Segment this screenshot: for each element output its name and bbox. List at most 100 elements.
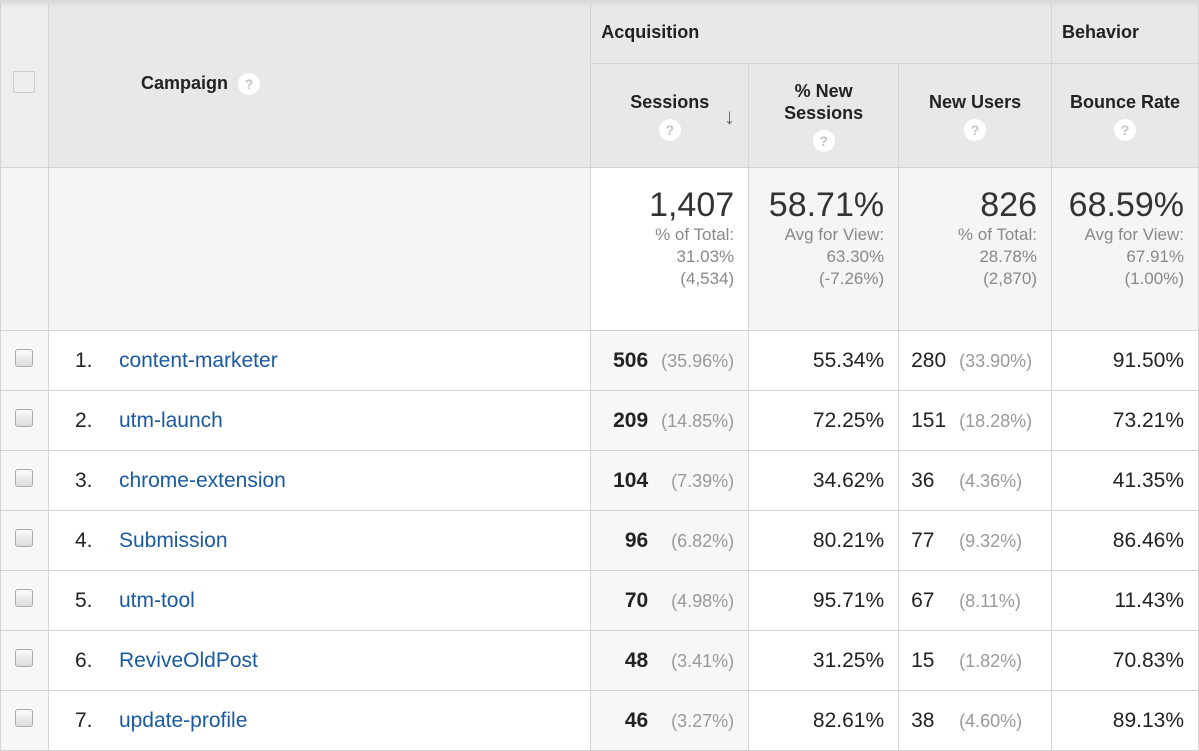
bounce-rate-cell: 73.21% — [1051, 390, 1199, 451]
row-select-cell — [0, 690, 49, 751]
group-header-row: Campaign? Acquisition Behavior — [0, 0, 1199, 168]
new-sessions-header-label: % New Sessions — [784, 80, 864, 123]
sessions-percent: (3.27%) — [671, 710, 735, 731]
row-number: 1. — [74, 348, 93, 372]
sessions-value: 96 — [624, 528, 649, 552]
table-row: 3. chrome-extension 104 (7.39%) 34.62% 36 (… — [0, 450, 1199, 511]
table-row: 4. Submission 96 (6.82%) 80.21% 77 (9.32%) … — [0, 510, 1199, 571]
sessions-percent: (7.39%) — [671, 470, 735, 491]
campaign-link[interactable]: ReviveOldPost — [119, 649, 258, 672]
new-users-cell: 77 (9.32%) — [898, 510, 1052, 571]
sessions-cell: 46 (3.27%) — [590, 690, 750, 751]
sessions-cell: 209 (14.85%) — [590, 390, 750, 451]
sessions-cell: 48 (3.41%) — [590, 630, 750, 691]
new-users-value: 15 — [911, 648, 935, 672]
campaign-link[interactable]: content-marketer — [119, 349, 278, 372]
summary-new-users: 826 % of Total: 28.78% (2,870) — [898, 167, 1052, 331]
new-users-header-label: New Users — [929, 91, 1022, 112]
campaign-link[interactable]: chrome-extension — [119, 469, 286, 492]
help-icon[interactable]: ? — [237, 73, 260, 96]
sessions-value: 70 — [624, 588, 649, 612]
new-users-column-header[interactable]: New Users ? — [898, 63, 1052, 168]
summary-empty-cell — [0, 167, 49, 331]
summary-label: Avg for View: — [1084, 225, 1184, 244]
row-select-cell — [0, 450, 49, 511]
sessions-cell: 506 (35.96%) — [590, 330, 750, 391]
row-select-cell — [0, 510, 49, 571]
summary-percent: 67.91% — [1126, 247, 1184, 266]
campaign-report-table: Campaign? Acquisition Behavior Sessions … — [0, 0, 1199, 751]
select-all-checkbox[interactable] — [13, 70, 36, 93]
row-checkbox[interactable] — [15, 588, 34, 607]
new-users-cell: 36 (4.36%) — [898, 450, 1052, 511]
new-users-value: 38 — [911, 708, 935, 732]
new-users-percent: (4.60%) — [959, 710, 1023, 731]
new-users-value: 67 — [911, 588, 935, 612]
table-row: 5. utm-tool 70 (4.98%) 95.71% 67 (8.11%) 11… — [0, 570, 1199, 631]
campaign-link[interactable]: Submission — [119, 529, 228, 552]
summary-value: 58.71% — [768, 186, 885, 224]
summary-label: Avg for View: — [784, 225, 885, 244]
row-number: 6. — [74, 648, 93, 672]
new-sessions-cell: 34.62% — [748, 450, 900, 511]
acquisition-group-header: Acquisition — [590, 0, 1052, 64]
row-number: 5. — [74, 588, 93, 612]
summary-empty-cell — [47, 167, 592, 331]
campaign-cell: 3. chrome-extension — [47, 450, 592, 511]
row-number: 4. — [74, 528, 93, 552]
new-users-percent: (9.32%) — [959, 530, 1023, 551]
new-sessions-column-header[interactable]: % New Sessions ? — [748, 63, 900, 168]
row-checkbox[interactable] — [15, 408, 34, 427]
campaign-cell: 7. update-profile — [47, 690, 592, 751]
row-checkbox[interactable] — [15, 348, 34, 367]
sort-descending-icon[interactable]: ↓ — [724, 104, 735, 130]
summary-label: % of Total: — [655, 225, 735, 244]
new-users-value: 77 — [911, 528, 935, 552]
sessions-value: 48 — [624, 648, 649, 672]
campaign-link[interactable]: update-profile — [119, 709, 247, 732]
help-icon[interactable]: ? — [964, 118, 987, 141]
row-select-cell — [0, 630, 49, 691]
new-users-percent: (8.11%) — [959, 590, 1021, 611]
sessions-percent: (3.41%) — [671, 650, 735, 671]
sessions-value: 46 — [624, 708, 649, 732]
row-checkbox[interactable] — [15, 468, 34, 487]
new-users-percent: (1.82%) — [959, 650, 1023, 671]
new-sessions-cell: 31.25% — [748, 630, 900, 691]
row-select-cell — [0, 330, 49, 391]
help-icon[interactable]: ? — [658, 118, 681, 141]
sessions-value: 506 — [613, 348, 649, 372]
campaign-column-header[interactable]: Campaign? — [47, 0, 592, 168]
sessions-cell: 96 (6.82%) — [590, 510, 750, 571]
new-sessions-cell: 80.21% — [748, 510, 900, 571]
sessions-percent: (35.96%) — [661, 350, 735, 371]
new-users-cell: 67 (8.11%) — [898, 570, 1052, 631]
help-icon[interactable]: ? — [812, 129, 835, 152]
table-row: 1. content-marketer 506 (35.96%) 55.34% 28… — [0, 330, 1199, 391]
help-icon[interactable]: ? — [1114, 118, 1136, 141]
top-shadow — [0, 0, 1199, 8]
sessions-percent: (4.98%) — [671, 590, 735, 611]
new-users-cell: 151 (18.28%) — [898, 390, 1052, 451]
summary-sessions: 1,407 % of Total: 31.03% (4,534) — [590, 167, 750, 331]
campaign-cell: 2. utm-launch — [47, 390, 592, 451]
campaign-cell: 4. Submission — [47, 510, 592, 571]
row-checkbox[interactable] — [15, 648, 34, 667]
campaign-link[interactable]: utm-tool — [119, 589, 195, 612]
campaign-link[interactable]: utm-launch — [119, 409, 223, 432]
campaign-cell: 1. content-marketer — [47, 330, 592, 391]
new-sessions-cell: 55.34% — [748, 330, 900, 391]
table-row: 6. ReviveOldPost 48 (3.41%) 31.25% 15 (1.82… — [0, 630, 1199, 691]
summary-percent: 63.30% — [826, 247, 885, 266]
row-checkbox[interactable] — [15, 708, 34, 727]
summary-value: 68.59% — [1068, 186, 1184, 224]
row-number: 7. — [74, 708, 93, 732]
summary-bounce-rate: 68.59% Avg for View: 67.91% (1.00%) — [1051, 167, 1199, 331]
row-checkbox[interactable] — [15, 528, 34, 547]
new-users-value: 151 — [911, 408, 947, 432]
new-users-percent: (4.36%) — [959, 470, 1023, 491]
sessions-cell: 104 (7.39%) — [590, 450, 750, 511]
bounce-rate-cell: 86.46% — [1051, 510, 1199, 571]
bounce-rate-column-header[interactable]: Bounce Rate ? — [1051, 63, 1199, 168]
summary-label: % of Total: — [957, 225, 1037, 244]
